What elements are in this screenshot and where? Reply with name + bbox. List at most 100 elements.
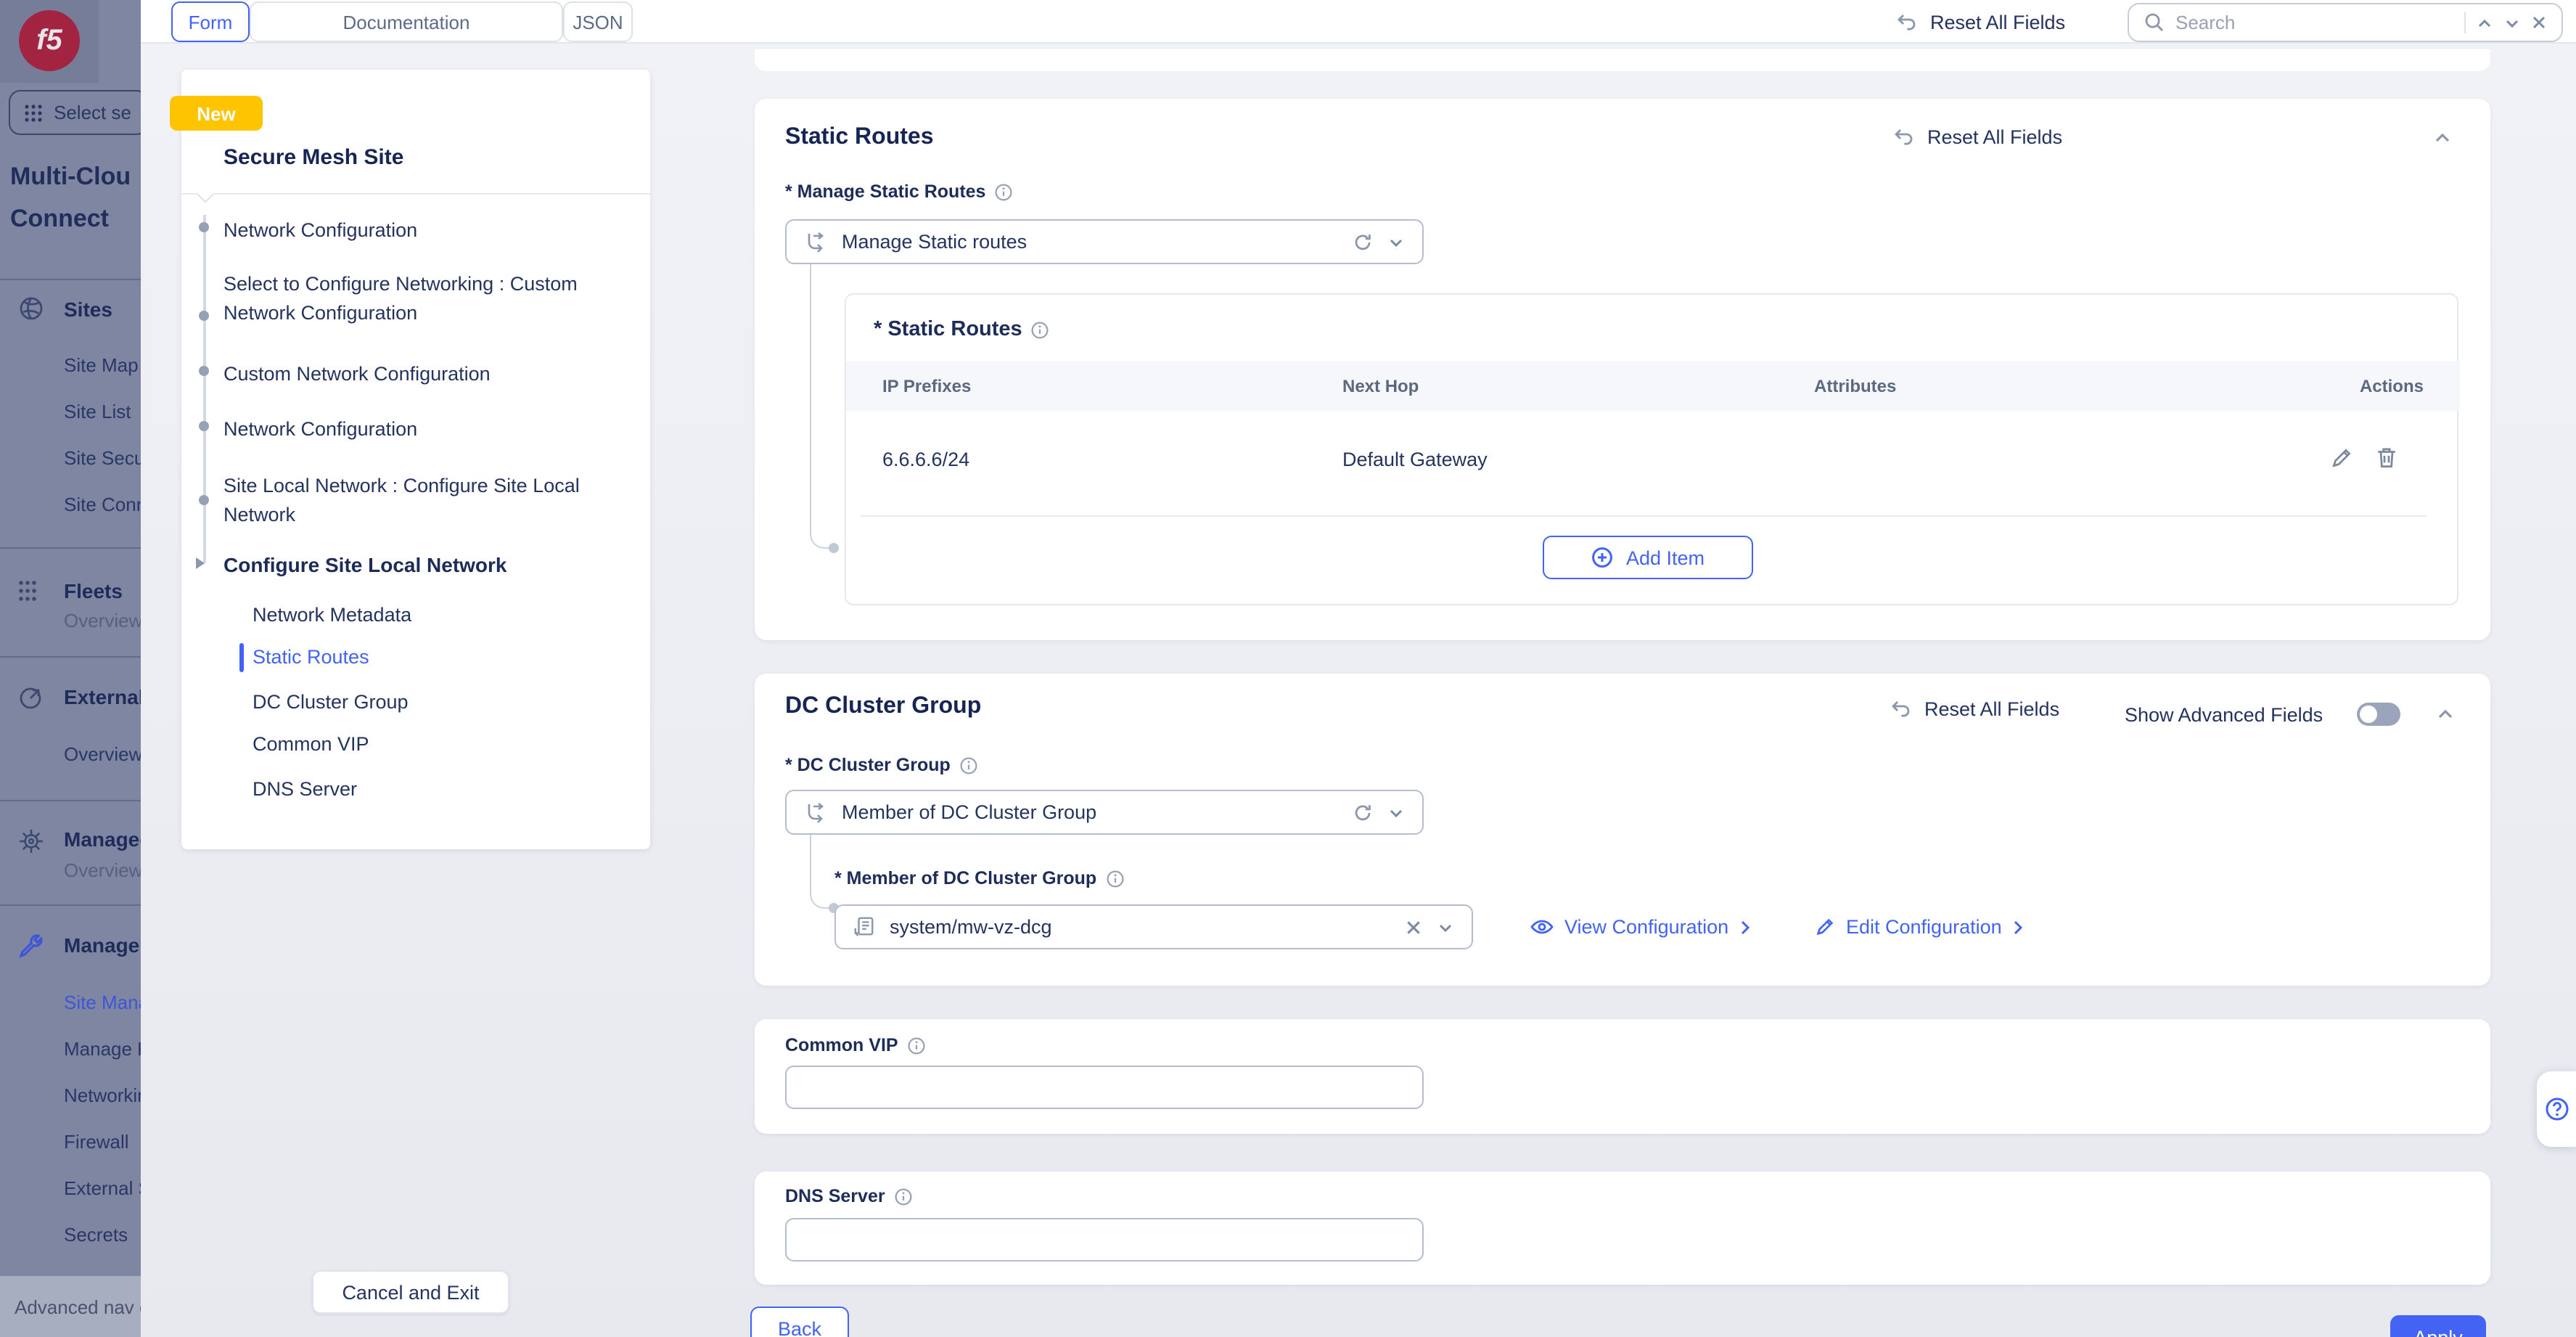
sidebar-section-sites[interactable]: Sites [64, 298, 112, 321]
col-next-hop: Next Hop [1342, 376, 1419, 396]
advanced-nav-label: Advanced nav o [15, 1296, 141, 1318]
substep-dns-server[interactable]: DNS Server [253, 778, 357, 800]
refresh-icon[interactable] [1353, 802, 1373, 822]
connector-line [810, 264, 833, 549]
manage-wrench-icon [17, 932, 45, 960]
static-routes-reset-button[interactable]: Reset All Fields [1892, 125, 2062, 148]
divider [0, 800, 141, 801]
back-button[interactable]: Back [750, 1307, 849, 1337]
fleets-icon [17, 579, 44, 602]
common-vip-card: Common VIP [755, 1019, 2490, 1134]
select-service-button[interactable]: Select se [9, 90, 141, 135]
dc-cluster-group-value: Member of DC Cluster Group [842, 801, 1338, 823]
static-routes-table-card: * Static Routes IP Prefixes Next Hop Att… [845, 293, 2458, 605]
delete-row-icon[interactable] [2374, 446, 2399, 470]
external-connections-icon [17, 684, 45, 711]
sidebar-item-firewall[interactable]: Firewall [64, 1131, 129, 1153]
info-icon[interactable] [1031, 320, 1050, 339]
undo-icon [1892, 125, 1916, 148]
divider [0, 656, 141, 658]
info-icon[interactable] [1105, 869, 1124, 888]
substep-dc-cluster-group[interactable]: DC Cluster Group [253, 691, 409, 713]
chevron-down-icon[interactable] [1387, 804, 1405, 821]
eye-icon [1530, 916, 1554, 938]
plus-circle-icon [1591, 546, 1615, 569]
clear-selection-icon[interactable] [1405, 918, 1422, 936]
step-dot [199, 366, 209, 376]
info-icon[interactable] [959, 756, 978, 774]
wizard-panel: New Secure Mesh Site Network Configurati… [181, 70, 650, 849]
tab-documentation[interactable]: Documentation [250, 1, 563, 42]
sidebar-section-external[interactable]: External [64, 685, 141, 708]
question-icon [2543, 1096, 2569, 1122]
manage-static-routes-select[interactable]: Manage Static routes [785, 219, 1424, 264]
wizard-step[interactable]: Network Configuration [223, 415, 633, 444]
sidebar-item-external-services[interactable]: External S [64, 1177, 141, 1199]
dc-reset-button[interactable]: Reset All Fields [1890, 697, 2059, 720]
search-close-icon[interactable] [2531, 15, 2561, 30]
sidebar-item-site-list[interactable]: Site List [64, 401, 131, 422]
refresh-icon[interactable] [1353, 232, 1373, 252]
chevron-down-icon[interactable] [1387, 233, 1405, 250]
wizard-step[interactable]: Site Local Network : Configure Site Loca… [223, 472, 633, 530]
wizard-step-active-group[interactable]: Configure Site Local Network [223, 550, 633, 579]
sidebar-section-managed[interactable]: Managed [64, 827, 141, 851]
f5-logo[interactable]: f5 [19, 10, 80, 71]
sidebar-item-managed-overview[interactable]: Overview [64, 859, 141, 881]
cancel-and-exit-button[interactable]: Cancel and Exit [312, 1270, 509, 1314]
previous-section-card-edge [755, 49, 2490, 71]
help-button[interactable] [2537, 1071, 2576, 1147]
wizard-step[interactable]: Custom Network Configuration [223, 360, 633, 389]
active-step-arrow-icon [196, 557, 205, 569]
advanced-nav-footer[interactable]: Advanced nav o [0, 1276, 141, 1337]
substep-network-metadata[interactable]: Network Metadata [253, 604, 411, 626]
add-item-button[interactable]: Add Item [1543, 536, 1753, 579]
search-next-icon[interactable] [2503, 14, 2531, 31]
sidebar-section-manage[interactable]: Manage [64, 933, 139, 957]
info-icon[interactable] [907, 1036, 926, 1055]
edit-row-icon[interactable] [2329, 446, 2354, 470]
sidebar-item-site-security[interactable]: Site Secur [64, 447, 141, 469]
show-advanced-fields-label: Show Advanced Fields [2125, 704, 2323, 726]
wizard-step[interactable]: Select to Configure Networking : Custom … [223, 270, 633, 328]
tab-form[interactable]: Form [171, 1, 250, 42]
substep-static-routes[interactable]: Static Routes [253, 646, 369, 668]
sidebar-item-networking[interactable]: Networkin [64, 1084, 141, 1106]
apply-button[interactable]: Apply [2390, 1315, 2486, 1337]
reset-label: Reset All Fields [1927, 126, 2062, 147]
step-dot [199, 311, 209, 321]
sidebar-item-site-management[interactable]: Site Mana [64, 991, 141, 1013]
branch-icon [804, 801, 827, 824]
col-ip-prefixes: IP Prefixes [882, 376, 971, 396]
view-configuration-link[interactable]: View Configuration [1530, 916, 1752, 938]
sidebar-item-external-overview[interactable]: Overview [64, 743, 141, 765]
chevron-down-icon[interactable] [1437, 918, 1454, 936]
common-vip-input[interactable] [785, 1066, 1424, 1109]
reset-all-fields-top[interactable]: Reset All Fields [1895, 0, 2065, 44]
dns-server-input[interactable] [785, 1218, 1424, 1262]
show-advanced-fields-toggle[interactable] [2357, 703, 2400, 726]
tab-json[interactable]: JSON [563, 1, 633, 42]
wizard-step[interactable]: Network Configuration [223, 216, 633, 245]
search-prev-icon[interactable] [2466, 14, 2503, 31]
sidebar-item-secrets[interactable]: Secrets [64, 1224, 128, 1246]
sidebar-item-fleets-overview[interactable]: Overview [64, 610, 141, 631]
member-dc-cluster-group-select[interactable]: system/mw-vz-dcg [834, 904, 1473, 949]
search-box [2128, 3, 2563, 42]
info-icon[interactable] [994, 182, 1013, 201]
sidebar-item-site-connectivity[interactable]: Site Conn [64, 494, 141, 515]
sidebar-section-fleets[interactable]: Fleets [64, 579, 123, 602]
dc-cluster-group-select[interactable]: Member of DC Cluster Group [785, 790, 1424, 835]
select-service-label: Select se [54, 102, 131, 123]
table-row: 6.6.6.6/24 Default Gateway [846, 411, 2460, 515]
col-actions: Actions [2360, 376, 2424, 396]
info-icon[interactable] [894, 1187, 913, 1206]
substep-common-vip[interactable]: Common VIP [253, 733, 369, 755]
search-input[interactable] [2175, 12, 2464, 33]
collapse-section-icon[interactable] [2435, 704, 2456, 724]
collapse-section-icon[interactable] [2432, 128, 2453, 148]
sidebar-item-site-map[interactable]: Site Map [64, 354, 139, 376]
sidebar-item-manage-k8s[interactable]: Manage K [64, 1038, 141, 1060]
divider [181, 193, 650, 195]
edit-configuration-link[interactable]: Edit Configuration [1814, 916, 2025, 938]
